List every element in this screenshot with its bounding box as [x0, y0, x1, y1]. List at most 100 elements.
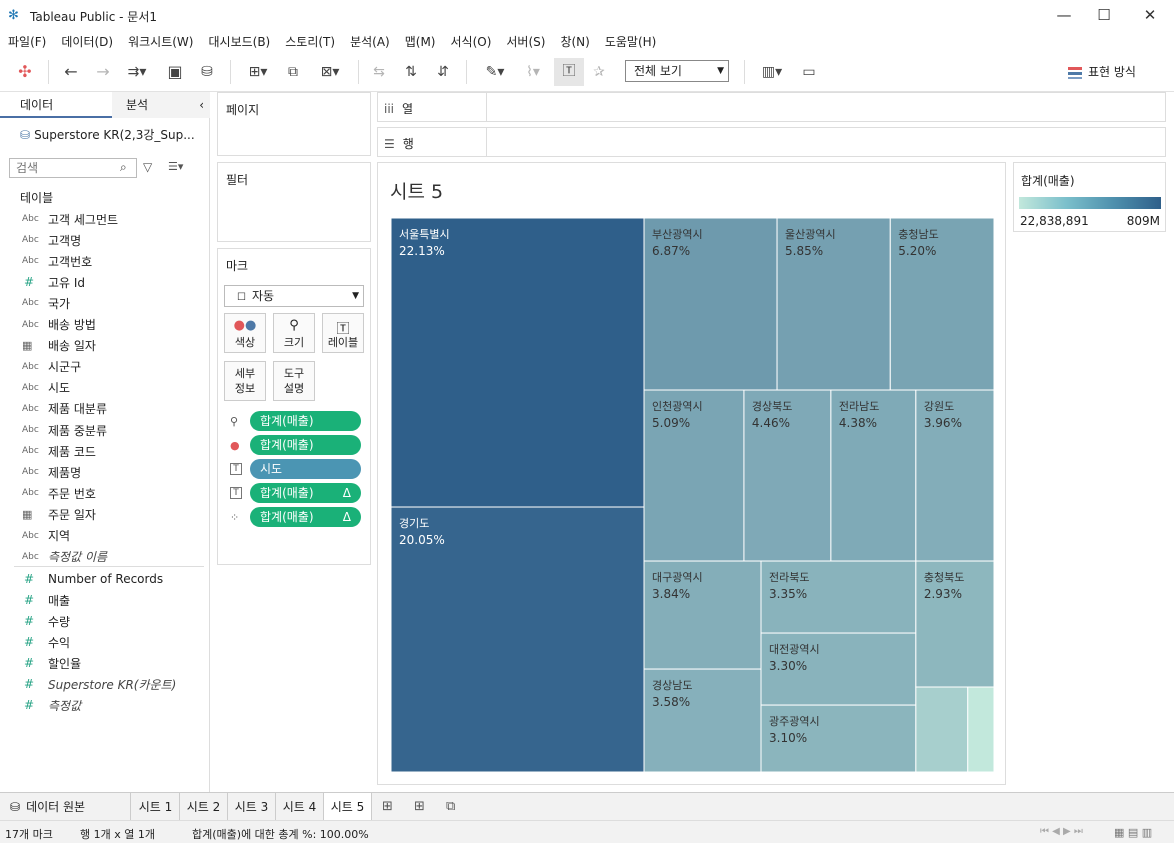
dimensions-field-3[interactable]: # 고유 Id	[22, 272, 85, 292]
group-members-icon[interactable]: ⌇▾	[516, 62, 550, 82]
color-legend[interactable]: 합계(매출) 22,838,891 809M	[1013, 162, 1166, 232]
menu-item-6[interactable]: 맵(M)	[405, 33, 436, 50]
dimensions-field-5[interactable]: Abc 배송 방법	[22, 315, 96, 335]
redo-icon[interactable]: →	[92, 62, 114, 82]
dimensions-field-15[interactable]: Abc 지역	[22, 526, 70, 546]
dimensions-field-6[interactable]: ▦ 배송 일자	[22, 336, 96, 356]
dimensions-field-8[interactable]: Abc 시도	[22, 378, 70, 398]
detail-button[interactable]: 세부 정보	[224, 361, 266, 401]
field-name: 제품 코드	[48, 444, 96, 459]
menu-item-5[interactable]: 분석(A)	[350, 33, 390, 50]
dimensions-field-16[interactable]: Abc 측정값 이름	[22, 547, 107, 567]
sheet-sorter-icons[interactable]: ▦ ▤ ▥	[1114, 826, 1152, 839]
menu-item-9[interactable]: 창(N)	[560, 33, 589, 50]
measures-field-6[interactable]: # 측정값	[22, 695, 81, 715]
color-button[interactable]: ●● 색상	[224, 313, 266, 353]
show-me-button[interactable]: 표현 방식	[1068, 63, 1136, 80]
menu-item-3[interactable]: 대시보드(B)	[208, 33, 270, 50]
new-story-tab-icon[interactable]: ⧉	[446, 799, 455, 814]
close-button[interactable]: ✕	[1130, 4, 1170, 26]
show-cards-icon[interactable]: ▥▾	[754, 62, 790, 82]
clear-sheet-icon[interactable]: ⊠▾	[312, 62, 348, 82]
tableau-home-icon[interactable]: ✣	[14, 62, 36, 82]
columns-shelf[interactable]: iii 열	[377, 92, 1166, 122]
mark-type-select[interactable]: ☐ 자동 ▼	[224, 285, 364, 307]
new-worksheet-icon[interactable]: ⊞▾	[240, 62, 276, 82]
pages-card[interactable]: 페이지	[217, 92, 371, 156]
measures-field-1[interactable]: # 매출	[22, 590, 70, 610]
treemap-cell-15[interactable]	[915, 686, 969, 772]
size-button[interactable]: ⚲ 크기	[273, 313, 315, 353]
collapse-pane-icon[interactable]: ‹	[199, 92, 204, 118]
dimensions-field-14[interactable]: ▦ 주문 일자	[22, 504, 96, 524]
fit-view-select[interactable]: 전체 보기 ▼	[625, 60, 729, 82]
dimensions-field-13[interactable]: Abc 주문 번호	[22, 483, 96, 503]
treemap-chart[interactable]: 서울특별시 22.13% 경기도 20.05% 부산광역시 6.87% 울산광역시 5.85%…	[391, 218, 994, 772]
dimensions-field-11[interactable]: Abc 제품 코드	[22, 441, 96, 461]
dimensions-field-10[interactable]: Abc 제품 중분류	[22, 420, 107, 440]
search-input[interactable]	[9, 158, 137, 178]
dimensions-field-9[interactable]: Abc 제품 대분류	[22, 399, 107, 419]
new-dashboard-tab-icon[interactable]: ⊞	[414, 799, 425, 814]
filter-icon[interactable]: ▽	[143, 160, 152, 174]
presentation-mode-icon[interactable]: ▭	[798, 62, 820, 82]
menu-item-4[interactable]: 스토리(T)	[285, 33, 335, 50]
dimensions-field-4[interactable]: Abc 국가	[22, 293, 70, 313]
new-datasource-icon[interactable]: ⛁	[196, 62, 218, 82]
sheet-title[interactable]: 시트 5	[390, 177, 443, 204]
label-button[interactable]: 🅃 레이블	[322, 313, 364, 353]
rows-shelf[interactable]: ☰ 행	[377, 127, 1166, 157]
treemap-region-label: 인천광역시	[652, 399, 703, 413]
show-mark-labels-icon[interactable]: 🅃	[554, 58, 584, 86]
dimensions-field-0[interactable]: Abc 고객 세그먼트	[22, 209, 118, 229]
dimensions-field-1[interactable]: Abc 고객명	[22, 230, 81, 250]
dimensions-field-7[interactable]: Abc 시군구	[22, 357, 81, 377]
measures-field-4[interactable]: # 할인율	[22, 653, 81, 673]
sheet-nav-icons[interactable]: ⏮ ◀ ▶ ⏭	[1040, 826, 1083, 837]
sheet-tab-4[interactable]: 시트 4	[276, 793, 324, 821]
sheet-tab-3[interactable]: 시트 3	[228, 793, 276, 821]
field-pill[interactable]: 합계(매출)	[250, 411, 361, 431]
undo-icon[interactable]: ←	[60, 62, 82, 82]
measures-field-0[interactable]: # Number of Records	[22, 569, 163, 589]
view-list-icon[interactable]: ☰▾	[168, 160, 183, 173]
field-pill[interactable]: 시도	[250, 459, 361, 479]
treemap-cell-16[interactable]	[967, 686, 994, 772]
measures-field-3[interactable]: # 수익	[22, 632, 70, 652]
field-pill[interactable]: 합계(매출) Δ	[250, 507, 361, 527]
filters-card[interactable]: 필터	[217, 162, 371, 242]
menu-item-10[interactable]: 도움말(H)	[605, 33, 657, 50]
menu-item-8[interactable]: 서버(S)	[506, 33, 545, 50]
minimize-button[interactable]: —	[1044, 4, 1084, 26]
swap-rows-columns-icon[interactable]: ⇆	[368, 62, 390, 82]
dimensions-field-12[interactable]: Abc 제품명	[22, 462, 81, 482]
field-pill[interactable]: 합계(매출)	[250, 435, 361, 455]
menu-item-2[interactable]: 워크시트(W)	[128, 33, 193, 50]
maximize-button[interactable]: ☐	[1084, 4, 1124, 26]
sheet-tab-5[interactable]: 시트 5	[324, 793, 372, 821]
tab-data[interactable]: 데이터	[0, 92, 112, 118]
datasource-item[interactable]: ⛁ Superstore KR(2,3강_Sup...	[20, 126, 205, 143]
sheet-tab-1[interactable]: 시트 1	[132, 793, 180, 821]
treemap-cell-0[interactable]	[391, 218, 645, 508]
tooltip-button[interactable]: 도구 설명	[273, 361, 315, 401]
new-worksheet-tab-icon[interactable]: ⊞	[382, 799, 393, 814]
fix-axes-icon[interactable]: ✰	[588, 62, 610, 82]
sort-descending-icon[interactable]: ⇵	[432, 62, 454, 82]
save-icon[interactable]: ▣	[164, 62, 186, 82]
measures-field-2[interactable]: # 수량	[22, 611, 70, 631]
menu-item-0[interactable]: 파일(F)	[8, 33, 46, 50]
tab-datasource[interactable]: ⛁ 데이터 원본	[0, 793, 131, 821]
sort-ascending-icon[interactable]: ⇅	[400, 62, 422, 82]
highlight-icon[interactable]: ✎▾	[478, 62, 512, 82]
sheet-tab-2[interactable]: 시트 2	[180, 793, 228, 821]
tab-analysis[interactable]: 분석 ‹	[112, 92, 210, 118]
replay-icon[interactable]: ⇉▾	[122, 62, 152, 82]
duplicate-sheet-icon[interactable]: ⧉	[282, 62, 304, 82]
menu-item-7[interactable]: 서식(O)	[451, 33, 492, 50]
menu-item-1[interactable]: 데이터(D)	[61, 33, 113, 50]
measures-field-5[interactable]: # Superstore KR(카운트)	[22, 674, 176, 694]
field-pill[interactable]: 합계(매출) Δ	[250, 483, 361, 503]
search-icon[interactable]: ⌕	[120, 160, 127, 175]
dimensions-field-2[interactable]: Abc 고객번호	[22, 251, 92, 271]
